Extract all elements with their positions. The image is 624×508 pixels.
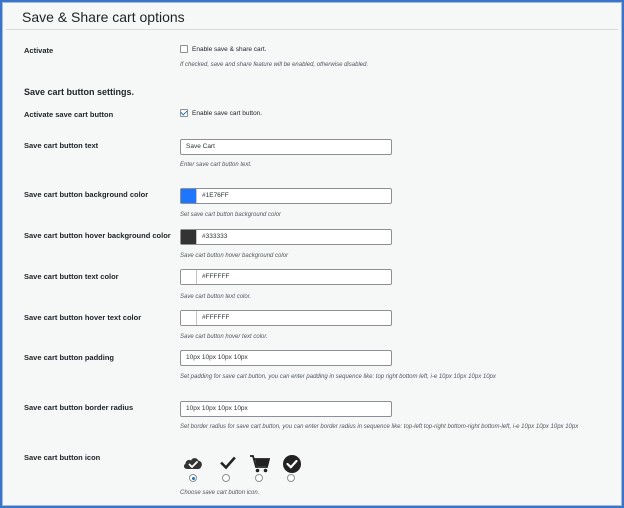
check-circle-icon[interactable] bbox=[281, 454, 303, 473]
hover-bg-color-value[interactable]: #333333 bbox=[202, 233, 227, 240]
activate-checkbox[interactable] bbox=[180, 45, 188, 53]
title-divider bbox=[6, 29, 618, 30]
button-text-label: Save cart button text bbox=[24, 141, 99, 150]
settings-panel: Save & Share cart options Activate Enabl… bbox=[4, 4, 620, 504]
button-text-description: Enter save cart button text. bbox=[180, 162, 252, 168]
activate-label: Activate bbox=[24, 46, 54, 55]
activate-checkbox-label[interactable]: Enable save & share cart. bbox=[192, 46, 266, 53]
text-color-swatch[interactable] bbox=[181, 270, 197, 284]
activate-button-checkbox[interactable] bbox=[180, 109, 188, 117]
border-radius-input[interactable]: 10px 10px 10px 10px bbox=[180, 401, 392, 417]
padding-label: Save cart button padding bbox=[24, 353, 115, 362]
border-radius-label: Save cart button border radius bbox=[24, 403, 134, 412]
bg-color-label: Save cart button background color bbox=[24, 190, 149, 199]
checkmark-icon[interactable] bbox=[217, 454, 239, 472]
hover-text-color-swatch[interactable] bbox=[181, 311, 197, 325]
hover-bg-color-label: Save cart button hover background color bbox=[24, 231, 171, 240]
bg-color-description: Set save cart button background color bbox=[180, 212, 282, 218]
bg-color-swatch[interactable] bbox=[181, 189, 197, 203]
icon-radio-check-circle[interactable] bbox=[287, 474, 295, 482]
hover-text-color-value[interactable]: #FFFFFF bbox=[202, 314, 229, 321]
activate-button-label: Activate save cart button bbox=[24, 110, 114, 119]
shopping-cart-icon[interactable] bbox=[248, 454, 271, 473]
page-title: Save & Share cart options bbox=[22, 9, 185, 25]
hover-bg-color-description: Save cart button hover background color bbox=[180, 253, 289, 259]
hover-bg-color-swatch[interactable] bbox=[181, 230, 197, 244]
hover-text-color-description: Save cart button hover text color. bbox=[180, 334, 268, 340]
button-icon-label: Save cart button icon bbox=[24, 453, 101, 462]
padding-description: Set padding for save cart button, you ca… bbox=[180, 374, 496, 380]
icon-radio-cart[interactable] bbox=[255, 474, 263, 482]
activate-description: If checked, save and share feature will … bbox=[180, 62, 369, 68]
text-color-description: Save cart button text color. bbox=[180, 294, 252, 300]
activate-button-checkbox-label[interactable]: Enable save cart button. bbox=[192, 110, 262, 117]
button-text-input[interactable]: Save Cart bbox=[180, 139, 392, 155]
bg-color-value[interactable]: #1E76FF bbox=[202, 192, 229, 199]
cloud-check-icon[interactable] bbox=[182, 454, 204, 472]
icon-radio-checkmark[interactable] bbox=[222, 474, 230, 482]
section-heading: Save cart button settings. bbox=[24, 87, 135, 97]
hover-text-color-label: Save cart button hover text color bbox=[24, 313, 142, 322]
text-color-label: Save cart button text color bbox=[24, 272, 119, 281]
window-frame: Save & Share cart options Activate Enabl… bbox=[0, 0, 624, 508]
text-color-value[interactable]: #FFFFFF bbox=[202, 273, 229, 280]
border-radius-description: Set border radius for save cart button, … bbox=[180, 424, 579, 430]
button-icon-description: Choose save cart button icon. bbox=[180, 490, 260, 496]
padding-input[interactable]: 10px 10px 10px 10px bbox=[180, 350, 392, 366]
icon-radio-cloud-check[interactable] bbox=[189, 474, 197, 482]
